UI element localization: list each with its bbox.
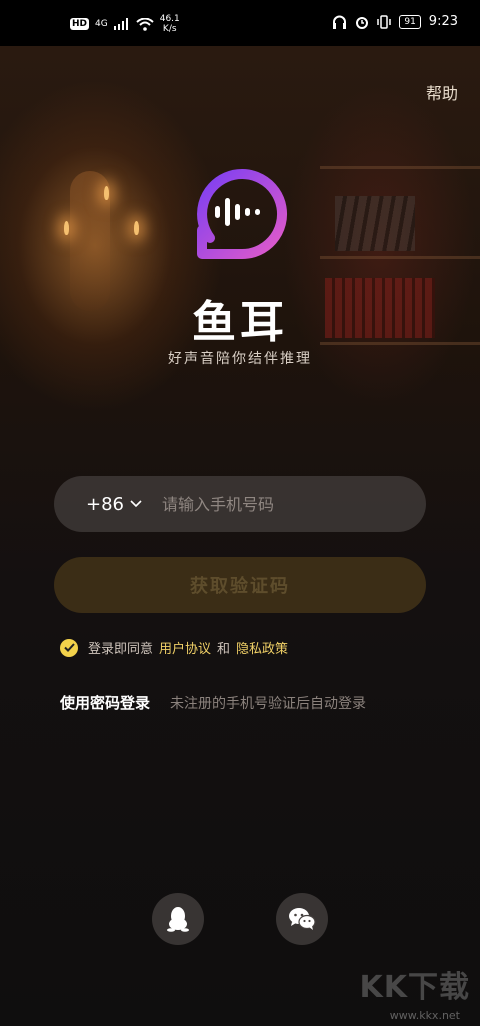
headphones-icon xyxy=(333,15,347,29)
signal-icon xyxy=(113,18,128,30)
network-speed: 46.1 K/s xyxy=(160,14,180,34)
password-login-row: 使用密码登录 未注册的手机号验证后自动登录 xyxy=(60,692,366,713)
vibrate-icon xyxy=(377,14,392,29)
agreement-prefix: 登录即同意 xyxy=(88,642,154,657)
privacy-policy-link[interactable]: 隐私政策 xyxy=(236,638,288,657)
clock: 9:23 xyxy=(428,14,458,29)
status-left: HD 4G 46.1 K/s xyxy=(70,14,180,34)
wifi-icon xyxy=(136,17,154,31)
battery-indicator: 91 xyxy=(399,14,421,29)
alarm-icon xyxy=(356,16,369,29)
watermark-url: www.kkx.net xyxy=(389,1009,460,1022)
speed-unit: K/s xyxy=(162,24,177,34)
books xyxy=(335,196,415,251)
agreement-row: 登录即同意 用户协议 和 隐私政策 xyxy=(60,638,294,657)
network-label: 4G xyxy=(95,19,108,29)
status-bar: HD 4G 46.1 K/s 91 9:23 xyxy=(0,0,480,46)
country-code-selector[interactable]: +86 xyxy=(86,494,142,515)
wechat-login-button[interactable] xyxy=(276,893,328,945)
watermark: KK下载 xyxy=(359,970,470,1005)
help-link[interactable]: 帮助 xyxy=(426,80,458,104)
agreement-and: 和 xyxy=(217,642,231,657)
user-agreement-link[interactable]: 用户协议 xyxy=(159,638,211,657)
candle-flame xyxy=(134,221,139,235)
wechat-icon xyxy=(289,908,316,930)
app-name: 鱼耳 xyxy=(192,297,288,348)
candle-flame xyxy=(64,221,69,235)
country-code: +86 xyxy=(86,493,124,515)
status-right: 91 9:23 xyxy=(332,14,458,29)
speed-value: 46.1 xyxy=(159,14,180,24)
bookshelf-shelf xyxy=(320,256,480,259)
chevron-down-icon xyxy=(130,500,142,508)
check-icon xyxy=(63,643,75,652)
app-slogan: 好声音陪你结伴推理 xyxy=(168,351,312,367)
auto-register-hint: 未注册的手机号验证后自动登录 xyxy=(170,695,367,712)
get-verification-code-button[interactable]: 获取验证码 xyxy=(54,557,426,613)
bookshelf-shelf xyxy=(320,166,480,169)
phone-input[interactable] xyxy=(160,493,384,515)
password-login-link[interactable]: 使用密码登录 xyxy=(60,692,150,713)
agreement-checkbox[interactable] xyxy=(60,638,78,657)
hd-badge: HD xyxy=(70,18,90,30)
phone-input-row: +86 xyxy=(54,476,426,532)
app-logo-icon xyxy=(197,169,287,260)
qq-icon xyxy=(167,907,189,932)
qq-login-button[interactable] xyxy=(152,893,204,945)
candle-flame xyxy=(104,186,109,200)
